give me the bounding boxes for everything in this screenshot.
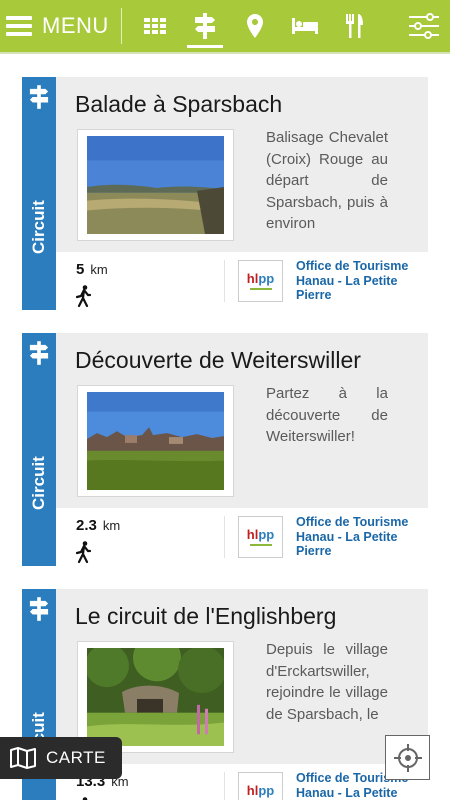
card-description: Partez à la découverte de Weiterswiller! (266, 385, 388, 445)
walking-icon (76, 285, 92, 307)
signpost-icon (29, 341, 49, 365)
tab-restaurants[interactable] (330, 0, 380, 52)
card-photo (77, 385, 234, 497)
app-screen: MENU Circuit Balade à Sparsbach Balisage… (0, 0, 450, 800)
divider (224, 516, 225, 558)
distance: 5 km (76, 261, 108, 279)
menu-button[interactable]: MENU (0, 0, 121, 52)
list-item[interactable]: Circuit Découverte de Weiterswiller Part… (22, 333, 428, 566)
divider (120, 8, 122, 44)
tourism-office-logo: hlpp (238, 516, 283, 558)
distance-unit: km (90, 262, 108, 277)
distance: 2.3 km (76, 517, 120, 535)
map-button-label: CARTE (46, 748, 106, 767)
list-item[interactable]: Circuit Balade à Sparsbach Balisage Chev… (22, 77, 428, 310)
category-ribbon: Circuit (22, 77, 56, 310)
walking-icon (76, 541, 92, 563)
map-pin-icon (246, 14, 263, 38)
hamburger-icon (6, 16, 32, 36)
card-title[interactable]: Balade à Sparsbach (75, 91, 282, 118)
distance-value: 2.3 (76, 517, 97, 534)
signpost-icon (29, 85, 49, 109)
top-bar: MENU (0, 0, 450, 52)
tab-circuits[interactable] (180, 0, 230, 52)
tourism-office-logo: hlpp (238, 260, 283, 302)
card-title[interactable]: Le circuit de l'Englishberg (75, 603, 336, 630)
category-label: Circuit (29, 200, 48, 254)
signpost-icon (194, 13, 215, 39)
sliders-icon (409, 13, 439, 39)
divider (224, 772, 225, 800)
card-title[interactable]: Découverte de Weiterswiller (75, 347, 361, 374)
map-icon (10, 747, 36, 769)
tab-list[interactable] (130, 0, 180, 52)
card-footer: 2.3 km hlpp Office de Tourisme Hanau - La… (56, 508, 428, 566)
card-description: Depuis le village d'Erckartswiller, rejo… (266, 641, 388, 723)
tab-lodging[interactable] (280, 0, 330, 52)
menu-label: MENU (42, 13, 109, 38)
tourism-office-link[interactable]: Office de Tourisme Hanau - La Petite Pie… (296, 259, 424, 303)
restaurant-icon (345, 14, 363, 38)
distance-unit: km (102, 518, 121, 533)
card-footer: 5 km hlpp Office de Tourisme Hanau - La P… (56, 252, 428, 310)
distance-value: 5 (76, 261, 85, 278)
category-ribbon: Circuit (22, 333, 56, 566)
header-shadow (0, 52, 450, 54)
category-label: Circuit (29, 456, 48, 510)
list-icon (143, 18, 166, 34)
card-photo (77, 129, 234, 241)
tourism-office-link[interactable]: Office de Tourisme Hanau - La Petite Pie… (296, 515, 424, 559)
divider (224, 260, 225, 302)
filter-button[interactable] (406, 8, 442, 44)
map-button[interactable]: CARTE (0, 737, 122, 779)
tourism-office-logo: hlpp (238, 772, 283, 800)
card-description: Balisage Chevalet (Croix) Rouge au dépar… (266, 129, 388, 232)
locate-button[interactable] (385, 735, 430, 780)
tab-places[interactable] (230, 0, 280, 52)
signpost-icon (29, 597, 49, 621)
bed-icon (291, 18, 318, 34)
locate-icon (393, 743, 422, 772)
